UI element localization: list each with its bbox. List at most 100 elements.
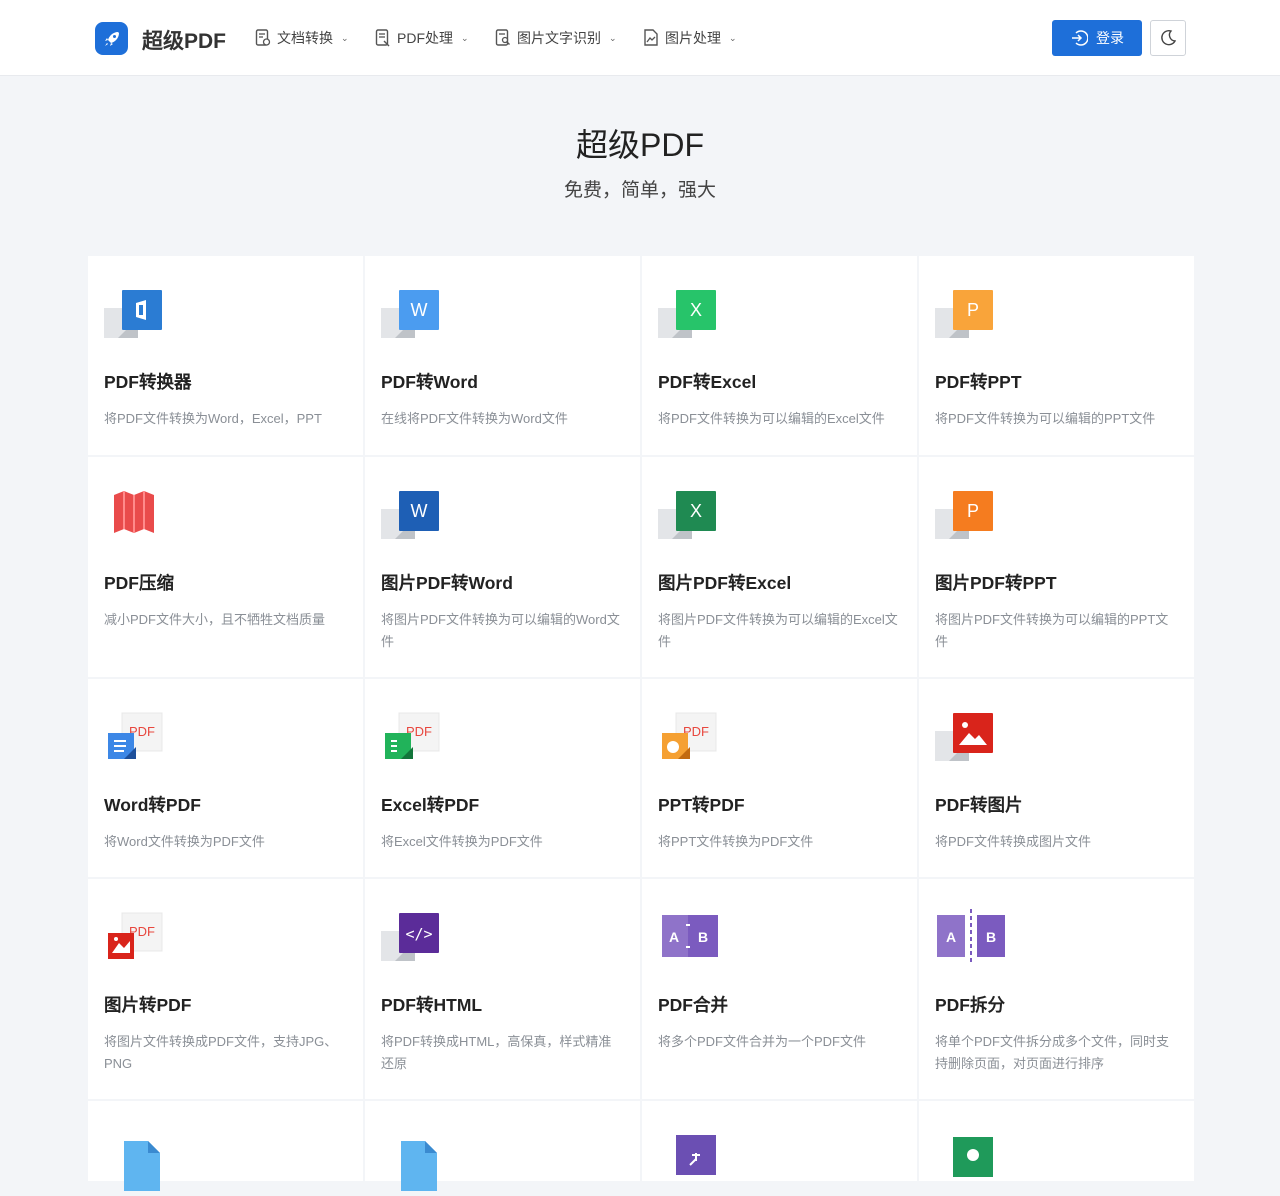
tool-description: 在线将PDF文件转换为Word文件 <box>381 411 568 426</box>
tool-card[interactable]: PDF PPT转PDF 将PPT文件转换为PDF文件 <box>642 679 917 877</box>
tool-title: 图片PDF转Excel <box>658 573 792 593</box>
tool-description: 将PDF文件转换成图片文件 <box>935 834 1092 849</box>
tool-card-partial[interactable] <box>919 1101 1194 1181</box>
nav-ocr[interactable]: 图片文字识别 ⌄ <box>495 28 617 48</box>
chevron-down-icon: ⌄ <box>729 32 737 43</box>
image-to-pdf-icon: PDF <box>104 909 174 969</box>
tool-title: Excel转PDF <box>381 795 480 815</box>
moon-icon <box>1161 29 1177 46</box>
tool-card[interactable]: X 图片PDF转Excel 将图片PDF文件转换为可以编辑的Excel文件 <box>642 457 917 677</box>
tool-title: 图片PDF转PPT <box>935 573 1057 593</box>
image-process-icon <box>644 29 658 46</box>
tool-description: 减小PDF文件大小，且不牺牲文档质量 <box>104 612 326 627</box>
theme-toggle-button[interactable] <box>1150 20 1186 56</box>
login-label: 登录 <box>1096 30 1124 46</box>
pin-icon <box>935 1131 1005 1191</box>
tool-card-partial[interactable] <box>642 1101 917 1181</box>
tool-description: 将PDF文件转换为Word，Excel，PPT <box>104 411 322 426</box>
nav-pdf-process[interactable]: PDF处理 ⌄ <box>375 28 469 48</box>
split-icon: AB <box>935 909 1005 969</box>
svg-text:A: A <box>946 929 956 945</box>
chevron-down-icon: ⌄ <box>461 32 469 43</box>
tool-card-partial[interactable] <box>365 1101 640 1191</box>
nav-label: PDF处理 <box>397 30 453 46</box>
pdf-to-image-icon <box>935 709 1005 769</box>
tool-description: 将图片PDF文件转换为可以编辑的Excel文件 <box>658 612 898 649</box>
login-button[interactable]: 登录 <box>1052 20 1142 56</box>
tool-description: 将PDF文件转换为可以编辑的PPT文件 <box>935 411 1156 426</box>
hero-subtitle: 免费，简单，强大 <box>563 180 716 201</box>
merge-icon: AB <box>658 909 728 969</box>
top-header: 超级PDF 文档转换 ⌄ PDF处理 ⌄ 图片文字识别 ⌄ 图片处理 ⌄ 登录 <box>0 0 1280 76</box>
tool-title: PDF转Excel <box>658 372 757 392</box>
tool-card[interactable]: X PDF转Excel 将PDF文件转换为可以编辑的Excel文件 <box>642 256 917 455</box>
doc-convert-icon <box>255 29 271 46</box>
tool-description: 将PDF文件转换为可以编辑的Excel文件 <box>658 411 885 426</box>
svg-text:X: X <box>690 501 702 521</box>
tool-card[interactable]: P PDF转PPT 将PDF文件转换为可以编辑的PPT文件 <box>919 256 1194 455</box>
brand-name[interactable]: 超级PDF <box>142 25 226 55</box>
pdf-process-icon <box>375 29 390 47</box>
tool-card[interactable]: PDF Excel转PDF 将Excel文件转换为PDF文件 <box>365 679 640 877</box>
word-icon: W <box>381 487 451 547</box>
nav-label: 文档转换 <box>277 30 333 46</box>
tool-card[interactable]: PDF Word转PDF 将Word文件转换为PDF文件 <box>88 679 363 877</box>
file-arrow-icon <box>381 1131 451 1191</box>
tool-title: PDF转PPT <box>935 372 1022 392</box>
svg-text:P: P <box>967 501 979 521</box>
chevron-down-icon: ⌄ <box>341 32 349 43</box>
tool-title: PDF压缩 <box>104 573 174 593</box>
svg-text:P: P <box>967 300 979 320</box>
tool-title: PDF转换器 <box>104 372 192 392</box>
tool-card[interactable]: W PDF转Word 在线将PDF文件转换为Word文件 <box>365 256 640 455</box>
tool-card-partial[interactable] <box>88 1101 363 1191</box>
tool-description: 将PDF转换成HTML，高保真，样式精准还原 <box>381 1034 612 1071</box>
tool-card[interactable]: PDF压缩减小PDF文件大小，且不牺牲文档质量 <box>88 457 363 677</box>
svg-text:</>: </> <box>405 925 432 943</box>
tool-card[interactable]: PDF 图片转PDF 将图片文件转换成PDF文件，支持JPG、PNG <box>88 879 363 1099</box>
office-icon <box>104 286 174 346</box>
svg-text:A: A <box>669 929 679 945</box>
compress-icon <box>104 487 174 547</box>
nav-doc-convert[interactable]: 文档转换 ⌄ <box>255 28 349 48</box>
excel-icon: X <box>658 487 728 547</box>
tool-card[interactable]: P 图片PDF转PPT 将图片PDF文件转换为可以编辑的PPT文件 <box>919 457 1194 677</box>
ppt-icon: P <box>935 487 1005 547</box>
tool-description: 将多个PDF文件合并为一个PDF文件 <box>658 1034 867 1049</box>
tool-title: PDF合并 <box>658 995 728 1015</box>
tool-card[interactable]: A B PDF合并将多个PDF文件合并为一个PDF文件 <box>642 879 917 1099</box>
svg-text:B: B <box>986 929 996 945</box>
tool-card[interactable]: PDF转图片将PDF文件转换成图片文件 <box>919 679 1194 877</box>
tool-card[interactable]: W 图片PDF转Word 将图片PDF文件转换为可以编辑的Word文件 <box>365 457 640 677</box>
tool-description: 将图片PDF文件转换为可以编辑的PPT文件 <box>935 612 1169 649</box>
rocket-logo-icon[interactable] <box>95 22 128 55</box>
word-to-pdf-icon: PDF <box>104 709 174 769</box>
chevron-down-icon: ⌄ <box>609 32 617 43</box>
tool-title: PDF拆分 <box>935 995 1005 1015</box>
nav-label: 图片处理 <box>665 30 721 46</box>
tool-description: 将单个PDF文件拆分成多个文件，同时支持删除页面，对页面进行排序 <box>935 1034 1170 1071</box>
ppt-to-pdf-icon: PDF <box>658 709 728 769</box>
ppt-icon: P <box>935 286 1005 346</box>
tool-title: PPT转PDF <box>658 795 745 815</box>
tool-card[interactable]: A B PDF拆分 将单个PDF文件拆分成多个文件，同时支持删除页面，对页面进行排序 <box>919 879 1194 1099</box>
login-icon <box>1072 30 1088 46</box>
tool-card[interactable]: PDF转换器将PDF文件转换为Word，Excel，PPT <box>88 256 363 455</box>
word-icon: W <box>381 286 451 346</box>
tool-description: 将图片PDF文件转换为可以编辑的Word文件 <box>381 612 620 649</box>
nav-label: 图片文字识别 <box>517 30 601 46</box>
ocr-icon <box>495 29 510 46</box>
hero-title: 超级PDF <box>575 127 704 163</box>
svg-text:W: W <box>411 501 428 521</box>
tool-title: PDF转Word <box>381 372 478 392</box>
tool-title: PDF转HTML <box>381 995 483 1015</box>
tool-title: Word转PDF <box>104 795 201 815</box>
nav-image-process[interactable]: 图片处理 ⌄ <box>643 28 737 48</box>
tool-title: 图片转PDF <box>104 995 192 1015</box>
tool-card[interactable]: </> PDF转HTML 将PDF转换成HTML，高保真，样式精准还原 <box>365 879 640 1099</box>
tool-title: PDF转图片 <box>935 795 1023 815</box>
tool-title: 图片PDF转Word <box>381 573 513 593</box>
shrink-icon <box>658 1131 728 1191</box>
tool-description: 将PPT文件转换为PDF文件 <box>658 834 814 849</box>
tool-description: 将图片文件转换成PDF文件，支持JPG、PNG <box>104 1034 338 1071</box>
